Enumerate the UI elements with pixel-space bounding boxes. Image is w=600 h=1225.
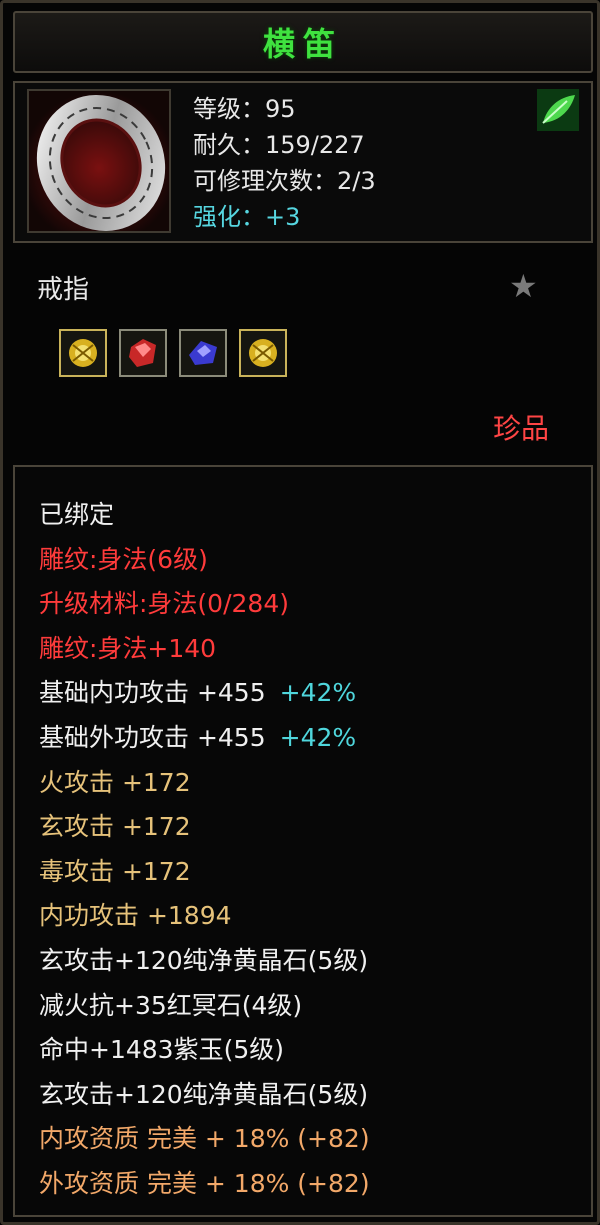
attribute-text: 雕纹:身法+140	[39, 633, 217, 663]
attribute-text: 基础内功攻击 +455	[39, 678, 266, 708]
yellow-crystal-gem-icon	[59, 329, 107, 377]
attribute-bonus-percent: +42%	[279, 722, 357, 752]
green-leaf-icon	[537, 89, 579, 131]
item-tooltip: 横笛 等级：95 耐久：159/227 可修理次数：2/3 强化：+3 戒指 ★…	[0, 0, 600, 1225]
attribute-line: 减火抗+35红冥石(4级)	[39, 984, 370, 1029]
attribute-line: 内功攻击 +1894	[39, 894, 370, 939]
attribute-line: 基础外功攻击 +455 +42%	[39, 716, 370, 761]
item-type-section: 戒指 ★ 珍品	[13, 251, 593, 457]
item-stats: 等级：95 耐久：159/227 可修理次数：2/3 强化：+3	[193, 91, 376, 235]
repair-count-stat: 可修理次数：2/3	[193, 167, 376, 195]
attribute-line: 内攻资质 完美 + 18% (+82)	[39, 1117, 370, 1162]
attribute-line: 火攻击 +172	[39, 761, 370, 806]
attribute-line: 基础内功攻击 +455 +42%	[39, 671, 370, 716]
gem-sockets	[59, 329, 287, 377]
yellow-crystal-gem-icon	[239, 329, 287, 377]
attribute-line: 命中+1483紫玉(5级)	[39, 1028, 370, 1073]
rarity-label: 珍品	[493, 412, 550, 445]
attribute-line: 玄攻击+120纯净黄晶石(5级)	[39, 1073, 370, 1118]
attribute-text: 升级材料:身法(0/284)	[39, 589, 289, 619]
star-icon[interactable]: ★	[509, 267, 538, 305]
attribute-text: 已绑定	[39, 500, 115, 529]
attribute-text: 玄攻击+120纯净黄晶石(5级)	[39, 1079, 369, 1109]
attribute-bonus-percent: +42%	[279, 678, 357, 708]
attribute-line: 玄攻击+120纯净黄晶石(5级)	[39, 939, 370, 984]
attribute-text: 减火抗+35红冥石(4级)	[39, 990, 303, 1020]
attribute-text: 玄攻击+120纯净黄晶石(5级)	[39, 945, 369, 975]
attribute-line: 外攻资质 完美 + 18% (+82)	[39, 1162, 370, 1207]
attribute-text: 毒攻击 +172	[39, 856, 191, 886]
durability-stat: 耐久：159/227	[193, 131, 365, 159]
title-bar: 横笛	[13, 11, 593, 73]
item-type: 戒指	[37, 275, 90, 305]
enhance-stat: 强化：+3	[193, 203, 301, 231]
attribute-line: 雕纹:身法+140	[39, 627, 370, 672]
attribute-line: 雕纹:身法(6级)	[39, 538, 370, 583]
silver-ring-icon	[27, 89, 171, 233]
attribute-list: 已绑定雕纹:身法(6级) 升级材料:身法(0/284) 雕纹:身法+140 基础内功攻…	[39, 493, 370, 1207]
level-stat: 等级：95	[193, 95, 296, 123]
item-info-panel: 等级：95 耐久：159/227 可修理次数：2/3 强化：+3	[13, 81, 593, 243]
attribute-text: 命中+1483紫玉(5级)	[39, 1035, 284, 1065]
item-name: 横笛	[262, 25, 343, 63]
purple-jade-gem-icon	[179, 329, 227, 377]
red-gem-icon	[119, 329, 167, 377]
attribute-line: 毒攻击 +172	[39, 850, 370, 895]
attribute-line: 已绑定	[39, 493, 370, 538]
attribute-line: 升级材料:身法(0/284)	[39, 582, 370, 627]
attribute-text: 雕纹:身法(6级)	[39, 544, 208, 574]
attributes-panel: 已绑定雕纹:身法(6级) 升级材料:身法(0/284) 雕纹:身法+140 基础内功攻…	[13, 465, 593, 1217]
attribute-text: 外攻资质 完美 + 18% (+82)	[39, 1168, 370, 1198]
attribute-text: 基础外功攻击 +455	[39, 722, 266, 752]
attribute-text: 内攻资质 完美 + 18% (+82)	[39, 1124, 370, 1154]
attribute-text: 玄攻击 +172	[39, 812, 191, 842]
attribute-line: 玄攻击 +172	[39, 805, 370, 850]
attribute-text: 内功攻击 +1894	[39, 901, 232, 931]
attribute-text: 火攻击 +172	[39, 767, 191, 797]
